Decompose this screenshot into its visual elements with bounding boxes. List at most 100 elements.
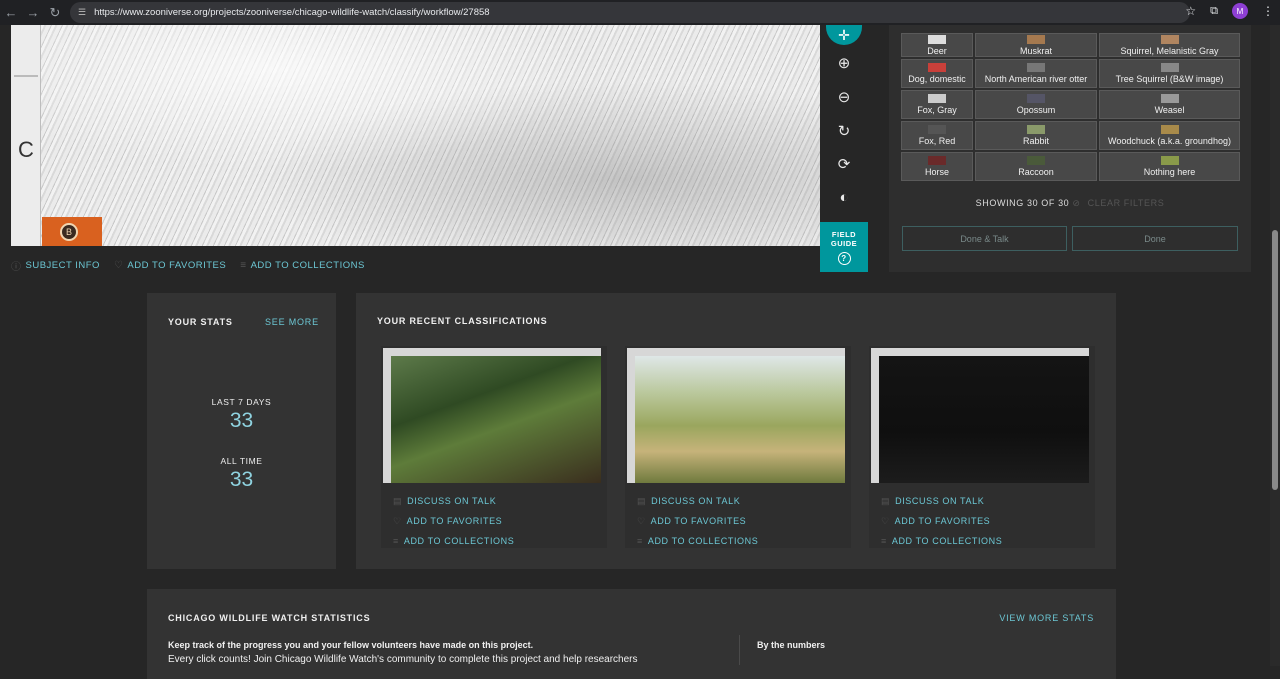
zoom-in-icon[interactable]: ⊕ xyxy=(826,47,862,79)
talk-icon: ▤ xyxy=(881,495,891,506)
favorites-label: ADD TO FAVORITES xyxy=(894,516,991,526)
image-toolbar: ✛ ⊕ ⊖ ↻ ⟳ ◐ xyxy=(826,25,862,215)
done-button[interactable]: Done xyxy=(1072,226,1238,251)
recent-classification-item: ▤ DISCUSS ON TALK ♡ ADD TO FAVORITES ≡ ADD … xyxy=(625,346,851,548)
favorites-label: ADD TO FAVORITES xyxy=(406,516,503,526)
your-stats-card: YOUR STATS SEE MORE LAST 7 DAYS 33 ALL T… xyxy=(147,293,336,569)
subject-info-label: SUBJECT INFO xyxy=(25,260,100,271)
species-thumbnail xyxy=(1160,156,1179,165)
recent-thumbnail[interactable] xyxy=(627,348,845,483)
discuss-label: DISCUSS ON TALK xyxy=(895,496,985,506)
species-option-nothing-here[interactable]: Nothing here xyxy=(1099,152,1240,181)
zoom-out-icon[interactable]: ⊖ xyxy=(826,81,862,113)
done-and-talk-button[interactable]: Done & Talk xyxy=(902,226,1067,251)
discuss-label: DISCUSS ON TALK xyxy=(651,496,741,506)
site-settings-icon[interactable]: ☰ xyxy=(78,7,86,18)
species-option-fox-gray[interactable]: Fox, Gray xyxy=(901,90,973,119)
recent-photo[interactable] xyxy=(391,356,601,483)
bookmark-star-icon[interactable]: ☆ xyxy=(1185,4,1196,18)
grid-ruler xyxy=(871,348,1089,356)
species-option-weasel[interactable]: Weasel xyxy=(1099,90,1240,119)
invert-icon[interactable]: ◐ xyxy=(826,181,862,213)
camera-brand-logo: B xyxy=(42,217,102,246)
collections-icon: ≡ xyxy=(393,536,399,546)
species-label: North American river otter xyxy=(984,74,1088,84)
block-icon: ⊘ xyxy=(1072,198,1081,208)
heart-icon: ♡ xyxy=(393,515,402,526)
see-more-link[interactable]: SEE MORE xyxy=(265,317,319,327)
add-to-collections-link[interactable]: ≡ ADD TO COLLECTIONS xyxy=(881,531,1002,551)
by-the-numbers-heading: By the numbers xyxy=(757,640,826,650)
species-thumbnail xyxy=(1027,34,1045,44)
forward-icon[interactable]: → xyxy=(22,2,44,24)
add-to-collections-link[interactable]: ≡ ADD TO COLLECTIONS xyxy=(240,258,365,273)
species-option-rabbit[interactable]: Rabbit xyxy=(975,121,1097,150)
subject-meta-bar: ⓘ SUBJECT INFO ♡ ADD TO FAVORITES ≡ ADD … xyxy=(11,258,365,273)
talk-icon: ▤ xyxy=(393,495,403,506)
add-to-favorites-link[interactable]: ♡ ADD TO FAVORITES xyxy=(114,258,226,273)
browser-toolbar: ← → ↻ ☰ https://www.zooniverse.org/proje… xyxy=(0,0,1280,25)
extensions-icon[interactable]: ⧉ xyxy=(1210,5,1218,18)
address-bar[interactable]: ☰ https://www.zooniverse.org/projects/zo… xyxy=(70,2,1190,23)
recent-photo[interactable] xyxy=(635,356,845,483)
species-option-deer[interactable]: Deer xyxy=(901,33,973,57)
species-option-squirrel-melanistic[interactable]: Squirrel, Melanistic Gray xyxy=(1099,33,1240,57)
recent-photo[interactable] xyxy=(879,356,1089,483)
species-option-raccoon[interactable]: Raccoon xyxy=(975,152,1097,181)
back-icon[interactable]: ← xyxy=(0,2,22,24)
species-option-tree-squirrel-bw[interactable]: Tree Squirrel (B&W image) xyxy=(1099,59,1240,88)
subject-viewer[interactable]: C B xyxy=(11,25,820,246)
field-guide-label-1: FIELD xyxy=(831,230,857,239)
add-to-favorites-link[interactable]: ♡ ADD TO FAVORITES xyxy=(393,511,514,531)
reset-icon[interactable]: ⟳ xyxy=(826,148,862,180)
species-thumbnail xyxy=(1027,94,1045,103)
add-to-collections-link[interactable]: ≡ ADD TO COLLECTIONS xyxy=(637,531,758,551)
discuss-on-talk-link[interactable]: ▤ DISCUSS ON TALK xyxy=(393,491,514,511)
species-option-woodchuck[interactable]: Woodchuck (a.k.a. groundhog) xyxy=(1099,121,1240,150)
species-option-dog[interactable]: Dog, domestic xyxy=(901,59,973,88)
move-icon[interactable]: ✛ xyxy=(826,25,862,45)
divider xyxy=(739,635,740,665)
profile-avatar[interactable]: M xyxy=(1232,3,1248,19)
browser-menu-icon[interactable]: ⋮ xyxy=(1262,4,1274,18)
species-option-fox-red[interactable]: Fox, Red xyxy=(901,121,973,150)
discuss-on-talk-link[interactable]: ▤ DISCUSS ON TALK xyxy=(637,491,758,511)
view-more-stats-link[interactable]: VIEW MORE STATS xyxy=(999,613,1094,623)
recent-thumbnail[interactable] xyxy=(383,348,601,483)
add-to-collections-link[interactable]: ≡ ADD TO COLLECTIONS xyxy=(393,531,514,551)
species-grid: Deer Muskrat Squirrel, Melanistic Gray D… xyxy=(901,33,1240,183)
rotate-icon[interactable]: ↻ xyxy=(826,115,862,147)
species-option-horse[interactable]: Horse xyxy=(901,152,973,181)
subject-info-link[interactable]: ⓘ SUBJECT INFO xyxy=(11,258,100,273)
recent-classifications-card: YOUR RECENT CLASSIFICATIONS ▤ DISCUSS ON … xyxy=(356,293,1116,569)
species-thumbnail xyxy=(1160,34,1179,44)
discuss-on-talk-link[interactable]: ▤ DISCUSS ON TALK xyxy=(881,491,1002,511)
add-to-favorites-link[interactable]: ♡ ADD TO FAVORITES xyxy=(881,511,1002,531)
clear-filters-button[interactable]: ⊘ CLEAR FILTERS xyxy=(1072,198,1164,208)
showing-count: SHOWING 30 OF 30 xyxy=(975,198,1070,208)
species-label: Dog, domestic xyxy=(908,74,966,84)
species-label: Nothing here xyxy=(1143,167,1196,177)
grid-tick xyxy=(14,75,38,77)
grid-ruler xyxy=(627,356,635,483)
page-scrollbar[interactable] xyxy=(1270,25,1280,666)
species-thumbnail xyxy=(1027,125,1045,134)
species-option-muskrat[interactable]: Muskrat xyxy=(975,33,1097,57)
species-option-otter[interactable]: North American river otter xyxy=(975,59,1097,88)
species-label: Opossum xyxy=(1016,105,1056,115)
scrollbar-thumb[interactable] xyxy=(1272,230,1278,490)
recent-thumbnail[interactable] xyxy=(871,348,1089,483)
subject-image[interactable] xyxy=(41,25,820,246)
species-label: Deer xyxy=(927,45,947,56)
help-icon: ? xyxy=(837,252,851,265)
collections-icon: ≡ xyxy=(240,260,247,271)
species-thumbnail xyxy=(1160,63,1179,72)
field-guide-button[interactable]: FIELD GUIDE ? xyxy=(820,222,868,272)
reload-icon[interactable]: ↻ xyxy=(44,2,66,24)
grid-ruler xyxy=(627,348,845,356)
add-to-favorites-link[interactable]: ♡ ADD TO FAVORITES xyxy=(637,511,758,531)
species-option-opossum[interactable]: Opossum xyxy=(975,90,1097,119)
field-guide-label-2: GUIDE xyxy=(830,239,858,248)
discuss-label: DISCUSS ON TALK xyxy=(407,496,497,506)
grid-ruler xyxy=(871,356,879,483)
